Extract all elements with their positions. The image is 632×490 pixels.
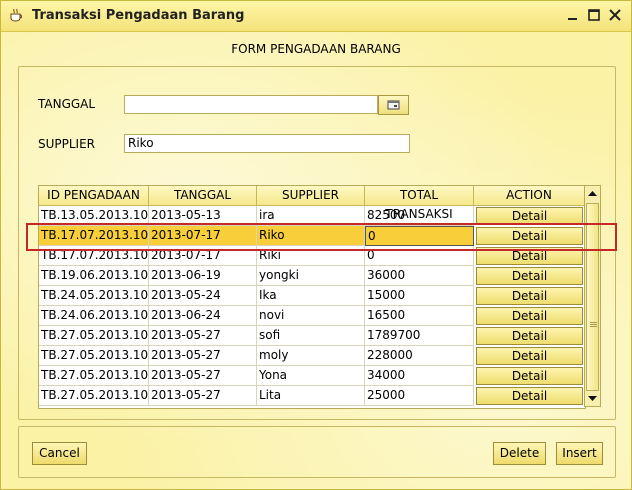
cancel-button[interactable]: Cancel [32, 442, 87, 465]
cell-tanggal[interactable]: 2013-06-19 [149, 266, 257, 286]
supplier-label: SUPPLIER [38, 137, 96, 151]
column-header-tanggal[interactable]: TANGGAL [149, 186, 257, 206]
close-icon [609, 9, 621, 21]
table-row[interactable]: TB.27.05.2013.101 2013-05-27 moly 228000 Det… [39, 346, 585, 366]
cell-supplier[interactable]: yongki [257, 266, 365, 286]
table-row[interactable]: TB.24.05.2013.10 2013-05-24 Ika 15000 Detail [39, 286, 585, 306]
tanggal-label: TANGGAL [38, 97, 96, 111]
form-title: FORM PENGADAAN BARANG [231, 42, 401, 56]
cell-tanggal[interactable]: 2013-06-24 [149, 306, 257, 326]
detail-button[interactable]: Detail [476, 307, 583, 325]
cell-supplier[interactable]: Yona [257, 366, 365, 386]
scroll-up-icon[interactable] [586, 187, 599, 201]
cell-total[interactable]: 1789700 [365, 326, 474, 346]
table-row[interactable]: TB.19.06.2013.100 2013-06-19 yongki 36000 De… [39, 266, 585, 286]
minimize-button[interactable] [565, 7, 581, 23]
cell-supplier[interactable]: sofi [257, 326, 365, 346]
column-header-total[interactable]: TOTAL TRANSAKSI [365, 186, 474, 221]
cell-tanggal[interactable]: 2013-05-27 [149, 326, 257, 346]
cell-supplier[interactable]: Lita [257, 386, 365, 406]
table-row[interactable]: TB.24.06.2013.100 2013-06-24 novi 16500 Deta… [39, 306, 585, 326]
close-button[interactable] [607, 7, 623, 23]
maximize-icon [588, 9, 600, 21]
detail-button[interactable]: Detail [476, 347, 583, 365]
scroll-down-icon[interactable] [586, 391, 599, 405]
cell-id[interactable]: TB.27.05.2013.100 [39, 326, 149, 346]
cell-id[interactable]: TB.27.05.2013.101 [39, 346, 149, 366]
pengadaan-table: ID PENGADAAN TANGGAL SUPPLIER TOTAL TRAN… [38, 185, 586, 409]
date-picker-button[interactable] [378, 95, 409, 115]
cell-id[interactable]: TB.24.05.2013.10 [39, 286, 149, 306]
cell-id[interactable]: TB.27.05.2013.102 [39, 366, 149, 386]
cell-supplier[interactable]: novi [257, 306, 365, 326]
title-bar[interactable]: Transaksi Pengadaan Barang [1, 1, 631, 32]
cell-id[interactable]: TB.27.05.2013.103 [39, 386, 149, 406]
table-row[interactable]: TB.27.05.2013.100 2013-05-27 sofi 1789700 De… [39, 326, 585, 346]
cell-tanggal[interactable]: 2013-05-27 [149, 346, 257, 366]
window-title: Transaksi Pengadaan Barang [32, 8, 245, 23]
cell-supplier[interactable]: Ika [257, 286, 365, 306]
supplier-input[interactable]: Riko [124, 134, 410, 153]
column-header-action[interactable]: ACTION [474, 186, 585, 206]
cell-total[interactable]: 25000 [365, 386, 474, 406]
cell-total[interactable]: 36000 [365, 266, 474, 286]
column-header-id[interactable]: ID PENGADAAN [39, 186, 149, 206]
calendar-icon [387, 100, 400, 110]
detail-button[interactable]: Detail [476, 327, 583, 345]
cell-total[interactable]: 16500 [365, 306, 474, 326]
cell-tanggal[interactable]: 2013-05-27 [149, 366, 257, 386]
delete-button[interactable]: Delete [493, 442, 546, 465]
detail-button[interactable]: Detail [476, 267, 583, 285]
detail-button[interactable]: Detail [476, 287, 583, 305]
coffee-cup-icon [10, 8, 22, 22]
cell-id[interactable]: TB.24.06.2013.100 [39, 306, 149, 326]
cell-tanggal[interactable]: 2013-05-27 [149, 386, 257, 406]
cell-total[interactable]: 15000 [365, 286, 474, 306]
app-window: Transaksi Pengadaan Barang FORM PENGADAA… [0, 0, 632, 490]
insert-button[interactable]: Insert [556, 442, 603, 465]
cell-id[interactable]: TB.19.06.2013.100 [39, 266, 149, 286]
table-row[interactable]: TB.27.05.2013.102 2013-05-27 Yona 34000 Deta… [39, 366, 585, 386]
table-row[interactable]: TB.27.05.2013.103 2013-05-27 Lita 25000 Deta… [39, 386, 585, 406]
maximize-button[interactable] [586, 7, 602, 23]
cell-total[interactable]: 34000 [365, 366, 474, 386]
detail-button[interactable]: Detail [476, 367, 583, 385]
cell-total[interactable]: 228000 [365, 346, 474, 366]
cell-supplier[interactable]: moly [257, 346, 365, 366]
selected-row-highlight [26, 223, 617, 251]
cell-tanggal[interactable]: 2013-05-24 [149, 286, 257, 306]
column-header-supplier[interactable]: SUPPLIER [257, 186, 365, 206]
detail-button[interactable]: Detail [476, 387, 583, 405]
table-scrollbar[interactable] [584, 185, 601, 407]
tanggal-input[interactable] [124, 95, 378, 114]
minimize-icon [568, 18, 577, 20]
